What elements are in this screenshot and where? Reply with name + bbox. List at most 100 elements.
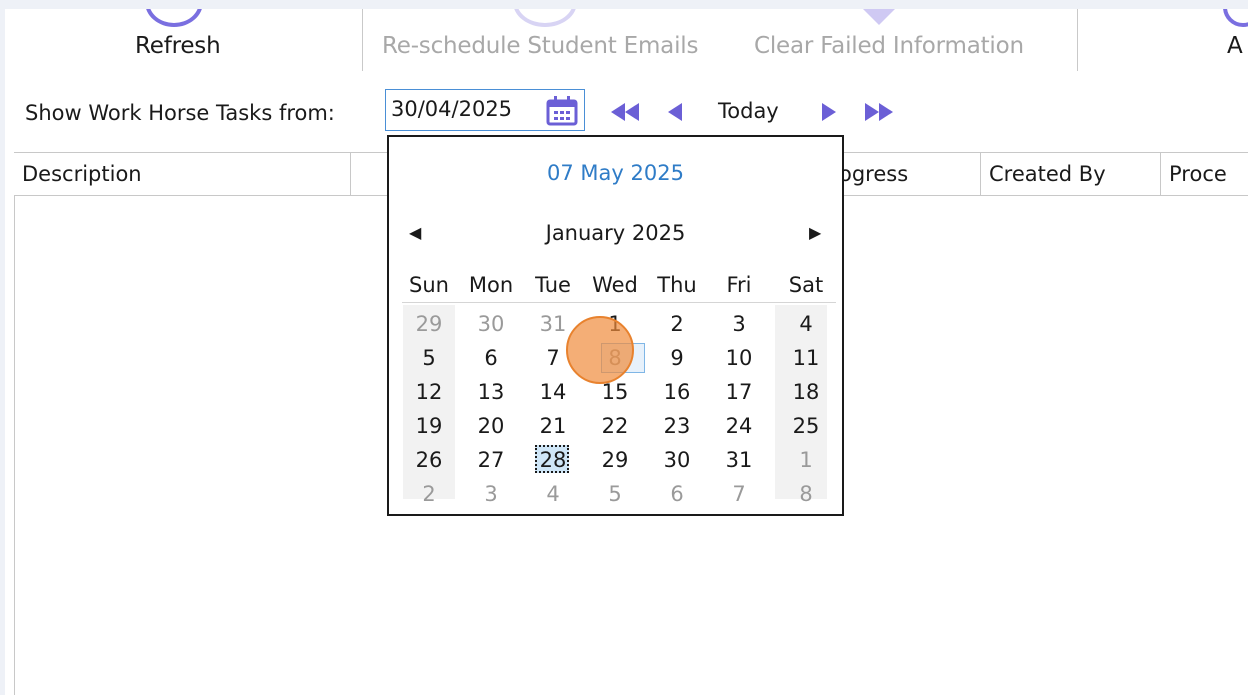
calendar-day[interactable]: 20	[460, 409, 522, 443]
weekday-thu: Thu	[657, 273, 697, 297]
calendar-day[interactable]: 17	[708, 375, 770, 409]
calendar-icon[interactable]	[546, 96, 578, 126]
calendar-day-number: 7	[546, 346, 560, 370]
weekday-divider	[402, 302, 836, 303]
calendar-day-number: 25	[792, 414, 820, 438]
calendar-day[interactable]: 23	[646, 409, 708, 443]
partial-toolbar-button[interactable]: A	[1227, 33, 1243, 59]
column-processed[interactable]: Proce	[1161, 153, 1248, 195]
calendar-day-number: 11	[792, 346, 820, 370]
column-progress[interactable]: ogress	[831, 153, 981, 195]
calendar-day[interactable]: 5	[584, 477, 646, 511]
calendar-day-number: 5	[608, 482, 622, 506]
calendar-month-title[interactable]: January 2025	[389, 221, 842, 245]
calendar-day[interactable]: 4	[775, 307, 837, 341]
next-page-icon[interactable]	[819, 101, 839, 123]
calendar-day[interactable]: 2	[646, 307, 708, 341]
calendar-day-number: 1	[799, 448, 813, 472]
calendar-day-number: 2	[670, 312, 684, 336]
calendar-day[interactable]: 24	[708, 409, 770, 443]
calendar-day-number: 4	[546, 482, 560, 506]
calendar-day-number: 6	[670, 482, 684, 506]
calendar-day-number: 4	[799, 312, 813, 336]
calendar-day-number: 29	[601, 448, 629, 472]
calendar-day[interactable]: 29	[584, 443, 646, 477]
calendar-day-number: 18	[792, 380, 820, 404]
calendar-day[interactable]: 16	[646, 375, 708, 409]
calendar-today-link[interactable]: 07 May 2025	[389, 161, 842, 185]
calendar-day[interactable]: 9	[646, 341, 708, 375]
calendar-day-number: 13	[477, 380, 505, 404]
calendar-day-number: 3	[732, 312, 746, 336]
calendar-day[interactable]: 30	[460, 307, 522, 341]
work-horse-window: Refresh Re-schedule Student Emails Clear…	[5, 9, 1248, 695]
reschedule-icon	[513, 9, 577, 27]
calendar-day[interactable]: 3	[460, 477, 522, 511]
calendar-day[interactable]: 19	[398, 409, 460, 443]
calendar-day-number: 23	[663, 414, 691, 438]
clear-failed-information-button[interactable]: Clear Failed Information	[754, 33, 1024, 59]
calendar-day-number: 5	[422, 346, 436, 370]
calendar-day-number: 24	[725, 414, 753, 438]
first-page-icon[interactable]	[609, 101, 641, 123]
calendar-day[interactable]: 2	[398, 477, 460, 511]
calendar-day-number: 21	[539, 414, 567, 438]
click-indicator	[566, 316, 634, 384]
calendar-day[interactable]: 29	[398, 307, 460, 341]
calendar-day[interactable]: 10	[708, 341, 770, 375]
calendar-day[interactable]: 22	[584, 409, 646, 443]
today-button[interactable]: Today	[718, 99, 779, 123]
calendar-day[interactable]: 30	[646, 443, 708, 477]
toolbar-separator	[362, 9, 363, 71]
calendar-day-number: 10	[725, 346, 753, 370]
calendar-day[interactable]: 26	[398, 443, 460, 477]
calendar-day-number: 19	[415, 414, 443, 438]
calendar-day[interactable]: 13	[460, 375, 522, 409]
calendar-day[interactable]: 5	[398, 341, 460, 375]
calendar-day[interactable]: 6	[460, 341, 522, 375]
weekday-sat: Sat	[788, 273, 824, 297]
calendar-day-number: 3	[484, 482, 498, 506]
calendar-day[interactable]: 18	[775, 375, 837, 409]
calendar-day-number: 8	[799, 482, 813, 506]
refresh-button[interactable]: Refresh	[135, 33, 221, 59]
calendar-day-number: 16	[663, 380, 691, 404]
refresh-icon[interactable]	[145, 9, 203, 27]
calendar-day-number: 17	[725, 380, 753, 404]
calendar-day[interactable]: 4	[522, 477, 584, 511]
calendar-day[interactable]: 1	[775, 443, 837, 477]
previous-page-icon[interactable]	[665, 101, 685, 123]
last-page-icon[interactable]	[863, 101, 895, 123]
calendar-day[interactable]: 14	[522, 375, 584, 409]
calendar-day-number: 31	[725, 448, 753, 472]
calendar-day[interactable]: 11	[775, 341, 837, 375]
calendar-day[interactable]: 31	[708, 443, 770, 477]
calendar-day-number: 6	[484, 346, 498, 370]
calendar-day[interactable]: 25	[775, 409, 837, 443]
clear-failed-icon	[863, 9, 895, 25]
calendar-day-selected[interactable]: 28	[522, 443, 584, 477]
calendar-day[interactable]: 21	[522, 409, 584, 443]
calendar-day-number: 27	[477, 448, 505, 472]
calendar-day-number: 26	[415, 448, 443, 472]
calendar-day-number: 7	[732, 482, 746, 506]
calendar-day[interactable]: 12	[398, 375, 460, 409]
date-input[interactable]: 30/04/2025	[385, 89, 585, 131]
calendar-day-number: 12	[415, 380, 443, 404]
partial-toolbar-icon	[1223, 9, 1248, 27]
weekday-sun: Sun	[409, 273, 449, 297]
calendar-day[interactable]: 8	[775, 477, 837, 511]
reschedule-student-emails-button[interactable]: Re-schedule Student Emails	[382, 33, 698, 59]
calendar-day[interactable]: 6	[646, 477, 708, 511]
calendar-day[interactable]: 7	[708, 477, 770, 511]
calendar-day-number: 14	[539, 380, 567, 404]
weekday-fri: Fri	[726, 273, 752, 297]
calendar-day-number: 9	[670, 346, 684, 370]
calendar-day[interactable]: 27	[460, 443, 522, 477]
calendar-day[interactable]: 3	[708, 307, 770, 341]
calendar-day-number: 29	[415, 312, 443, 336]
next-month-icon[interactable]: ▶	[809, 223, 821, 242]
column-description[interactable]: Description	[14, 153, 351, 195]
column-created-by[interactable]: Created By	[981, 153, 1161, 195]
toolbar-separator	[1077, 9, 1078, 71]
